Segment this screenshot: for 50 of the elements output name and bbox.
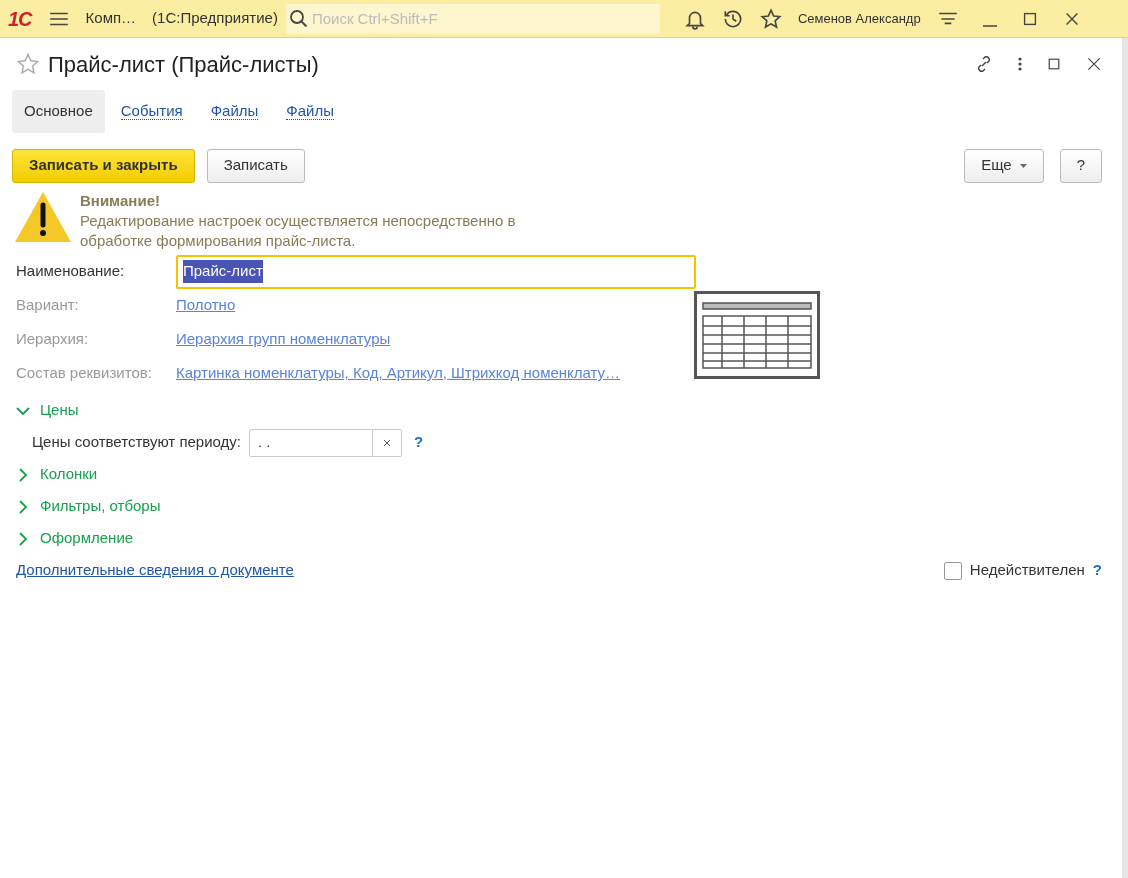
section-toggle[interactable]: Оформление <box>16 522 134 555</box>
field-link[interactable]: Картинка номенклатуры, Код, Артикул, Штрихкод номенклату… <box>176 362 621 385</box>
field-label: Вариант: <box>16 295 80 316</box>
field-label: Цены соответствуют периоду: <box>32 432 241 453</box>
more-button[interactable]: Еще <box>964 148 1044 183</box>
maximize-button[interactable] <box>1046 56 1062 72</box>
chevron-right-icon <box>16 467 30 482</box>
section-toggle[interactable]: Цены <box>16 394 79 427</box>
help-link[interactable]: ? <box>414 431 424 454</box>
field-label: Состав реквизитов: <box>16 363 153 384</box>
tab[interactable]: Файлы <box>274 90 346 133</box>
logo[interactable]: 1С <box>8 3 32 34</box>
checkbox[interactable] <box>943 561 962 580</box>
minimize-icon <box>982 24 997 27</box>
form-title: Прайс-лист (Прайс-листы) <box>48 50 319 79</box>
tab[interactable]: События <box>108 90 195 133</box>
user-name[interactable]: Семенов Александр <box>797 8 921 29</box>
tab[interactable]: Файлы <box>198 90 271 133</box>
field-link[interactable]: Полотно <box>176 294 236 317</box>
tab[interactable]: Основное <box>12 90 105 133</box>
period-field[interactable]: . . <box>249 428 402 457</box>
table-layout-icon <box>694 290 820 379</box>
help-link[interactable]: ? <box>1092 559 1102 582</box>
warning-title: Внимание! <box>80 190 161 211</box>
chevron-right-icon <box>16 531 30 546</box>
checkbox-label: Недействителен <box>969 560 1085 581</box>
more-actions-button[interactable] <box>1018 57 1022 71</box>
kebab-icon <box>1018 57 1022 71</box>
close-icon <box>1086 56 1102 72</box>
save-and-close-button[interactable]: Записать и закрыть <box>12 148 195 183</box>
help-button[interactable]: ? <box>1059 148 1102 183</box>
field-link[interactable]: Иерархия групп номенклатуры <box>176 328 391 351</box>
star-icon <box>759 7 782 30</box>
additional-info-link[interactable]: Дополнительные сведения о документе <box>16 559 294 582</box>
chevron-right-icon <box>16 499 30 514</box>
caret-icon <box>1019 163 1027 168</box>
save-button[interactable]: Записать <box>206 148 305 183</box>
warning-icon <box>14 190 72 243</box>
warning-text: Редактирование настроек осуществляется непосредственно в обработке формирования прайс-листа. <box>80 210 517 251</box>
app-title: Комп… <box>85 8 137 29</box>
star-icon[interactable] <box>16 52 40 76</box>
name-input[interactable]: Прайс-лист <box>176 254 696 289</box>
field-label: Наименование: <box>16 261 126 282</box>
favorites-button[interactable] <box>759 7 782 30</box>
maximize-icon <box>1046 56 1062 72</box>
field-label: Иерархия: <box>16 329 90 350</box>
section-toggle[interactable]: Фильтры, отборы <box>16 490 161 523</box>
app-subtitle: (1С:Предприятие) <box>152 8 278 29</box>
search-field[interactable]: Поиск Ctrl+Shift+F <box>285 3 660 34</box>
close-button[interactable] <box>1086 56 1102 72</box>
